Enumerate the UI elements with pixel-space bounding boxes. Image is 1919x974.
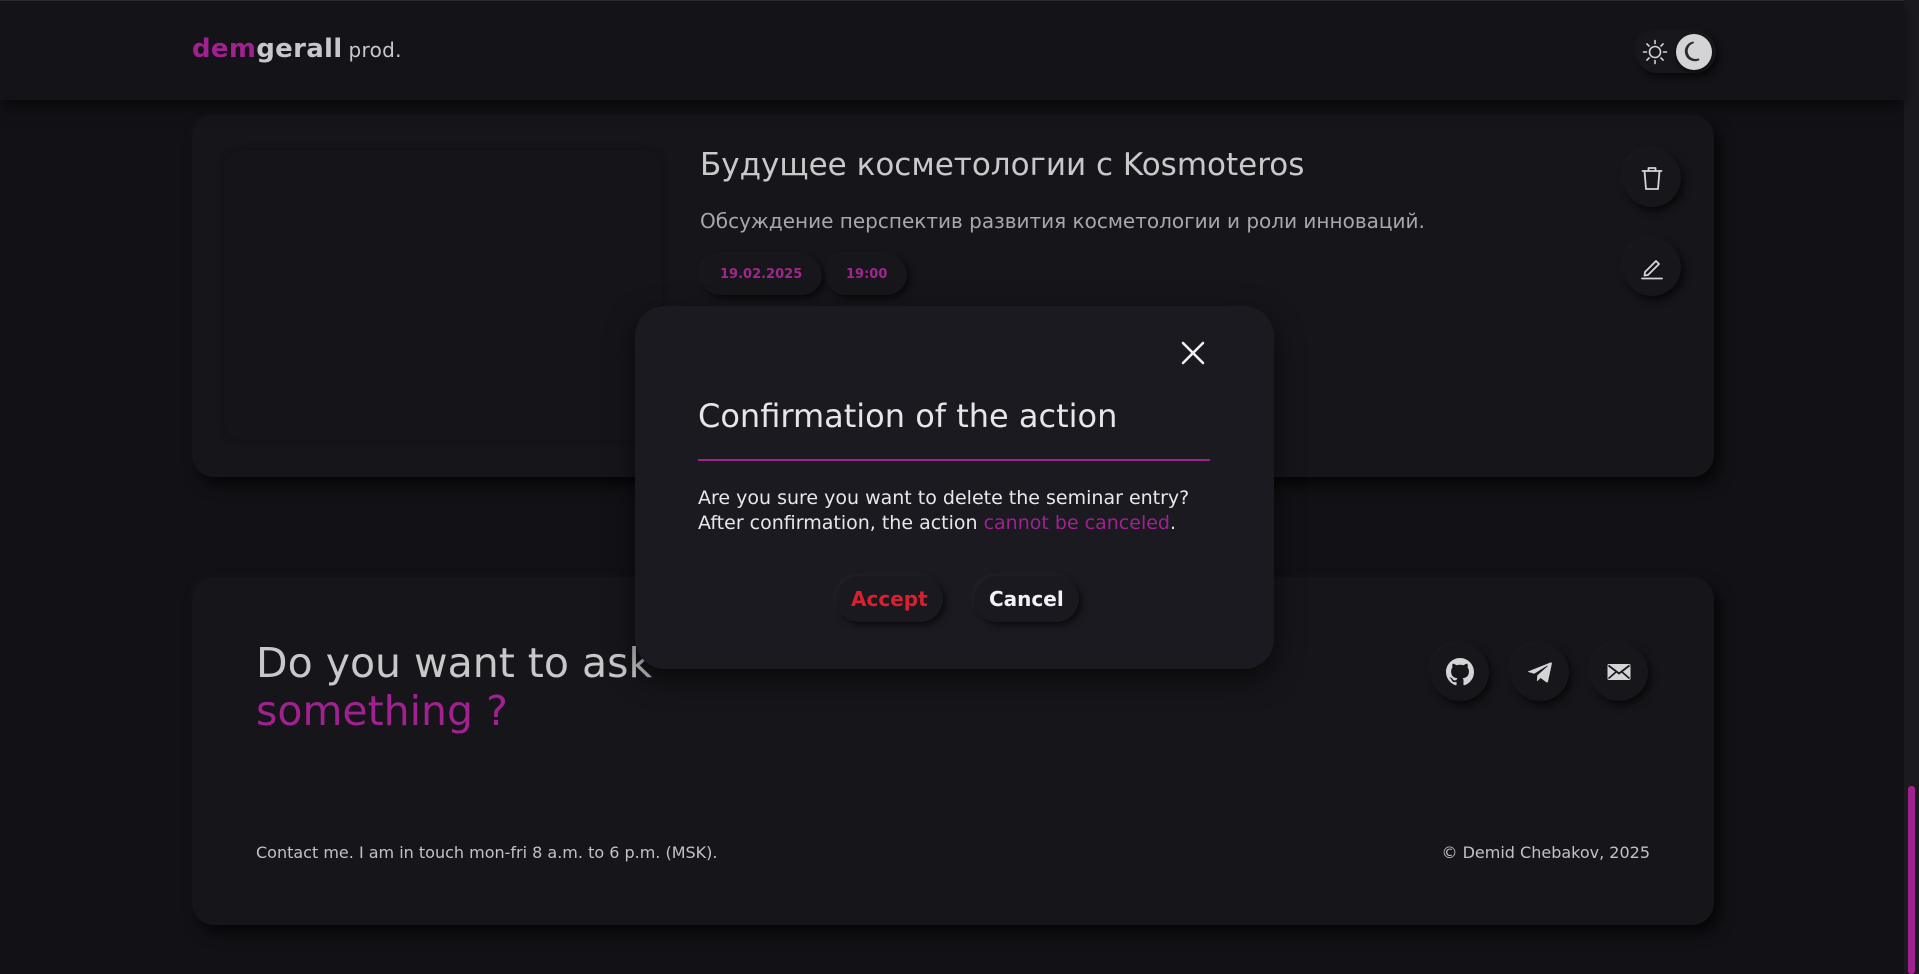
seminar-image-placeholder: [224, 150, 662, 440]
modal-divider: [698, 459, 1210, 461]
theme-toggle-knob[interactable]: [1676, 34, 1712, 70]
modal-message-prefix: After confirmation, the action: [698, 512, 984, 534]
github-link[interactable]: [1431, 643, 1489, 701]
modal-message-suffix: .: [1169, 512, 1177, 534]
scrollbar-thumb[interactable]: [1908, 786, 1915, 974]
seminar-date-badge: 19.02.2025: [700, 255, 823, 295]
email-link[interactable]: [1590, 643, 1648, 701]
cancel-button[interactable]: Cancel: [974, 576, 1079, 622]
page-scrollbar[interactable]: [1904, 0, 1919, 974]
modal-title: Confirmation of the action: [698, 397, 1118, 435]
contact-text: Contact me. I am in touch mon-fri 8 a.m.…: [256, 843, 718, 862]
theme-toggle[interactable]: [1636, 31, 1716, 73]
modal-warning-text: cannot be canceled: [983, 512, 1170, 534]
modal-message-line-1: Are you sure you want to delete the semi…: [698, 487, 1190, 509]
logo-suffix: prod.: [348, 38, 402, 62]
copyright-text: © Demid Chebakov, 2025: [1441, 843, 1650, 862]
trash-icon: [1641, 167, 1663, 190]
logo-part-2: gerall: [256, 34, 343, 64]
seminar-time-badge: 19:00: [826, 255, 908, 295]
moon-icon: [1684, 41, 1700, 62]
close-icon[interactable]: [1179, 339, 1207, 367]
delete-button[interactable]: [1623, 149, 1681, 207]
footer-heading: Do you want to ask: [256, 639, 653, 687]
confirmation-modal: Confirmation of the action Are you sure …: [635, 306, 1274, 669]
modal-message-line-2: After confirmation, the action cannot be…: [698, 511, 1189, 536]
logo[interactable]: demgerall prod.: [192, 34, 402, 64]
site-header: demgerall prod.: [0, 0, 1904, 100]
seminar-title: Будущее косметологии с Kosmoteros: [700, 147, 1305, 183]
telegram-link[interactable]: [1511, 643, 1569, 701]
edit-button[interactable]: [1623, 238, 1681, 296]
accept-button[interactable]: Accept: [836, 576, 943, 622]
modal-message: Are you sure you want to delete the semi…: [698, 486, 1189, 536]
telegram-icon: [1527, 662, 1552, 683]
logo-part-1: dem: [192, 34, 257, 64]
page: demgerall prod. Будущее косметологии с K…: [0, 0, 1904, 974]
seminar-description: Обсуждение перспектив развития косметоло…: [700, 209, 1425, 233]
footer-heading-accent: something ?: [256, 687, 508, 735]
mail-icon: [1607, 664, 1631, 680]
github-icon: [1446, 658, 1474, 686]
pencil-icon: [1641, 260, 1663, 280]
sun-icon: [1642, 39, 1668, 65]
